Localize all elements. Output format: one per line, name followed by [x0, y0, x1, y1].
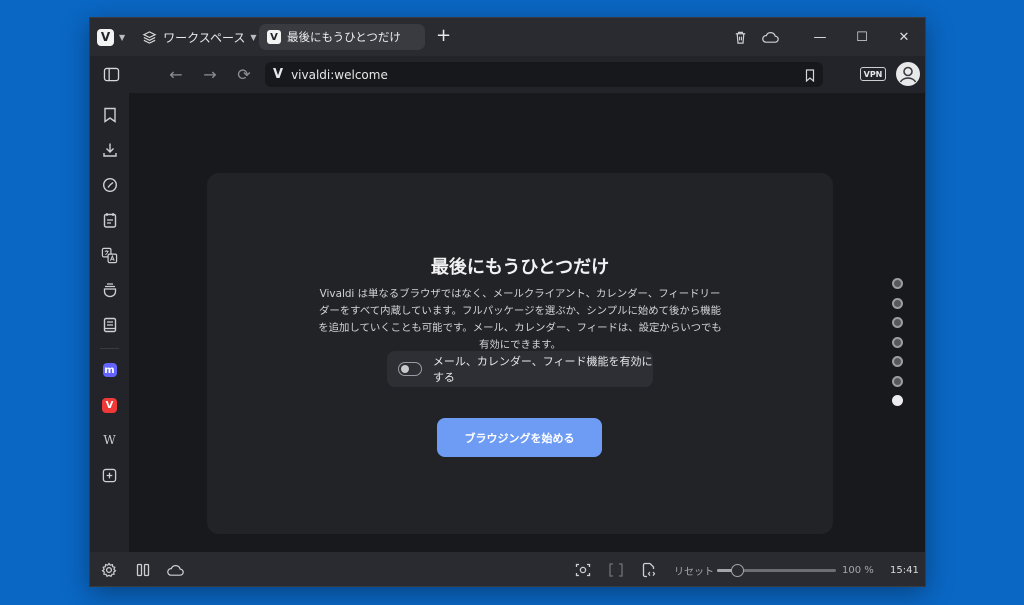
zoom-slider-thumb[interactable]: [730, 564, 744, 577]
panel-reading-list[interactable]: [90, 278, 129, 302]
chevron-down-icon: ▼: [250, 32, 257, 42]
page-actions-button[interactable]: [636, 552, 662, 586]
tile-tabs-button[interactable]: [130, 552, 156, 586]
window-controls: — ☐ ✕: [725, 18, 925, 56]
onboarding-step-indicator: [892, 278, 904, 415]
browser-window: V ▼ ワークスペース ▼ V 最後にもうひとつだけ + — ☐ ✕ ← → ⟳…: [89, 17, 926, 587]
panel-bookmarks[interactable]: [90, 103, 129, 127]
side-panel: m V W: [90, 93, 129, 552]
reload-icon: ⟳: [237, 65, 251, 84]
step-dot[interactable]: [892, 278, 903, 289]
page-content: 最後にもうひとつだけ Vivaldi は単なるブラウザではなく、メールクライアン…: [129, 93, 925, 552]
vpn-button[interactable]: VPN: [860, 67, 886, 81]
history-icon: [102, 177, 117, 193]
vivaldi-icon: V: [102, 397, 117, 413]
zoom-slider[interactable]: [717, 564, 836, 577]
new-tab-button[interactable]: +: [436, 26, 451, 46]
site-identity-icon: V: [273, 67, 284, 82]
user-icon: [897, 63, 919, 85]
reload-button[interactable]: ⟳: [230, 56, 258, 93]
minimize-button[interactable]: —: [799, 18, 841, 56]
closed-tabs-button[interactable]: [725, 18, 755, 56]
mastodon-icon: m: [102, 363, 117, 377]
reader-icon: [103, 317, 116, 333]
downloads-icon: [102, 143, 117, 157]
step-dot[interactable]: [892, 336, 903, 348]
zoom-level: 100 %: [842, 564, 874, 576]
capture-button[interactable]: [570, 552, 596, 586]
maximize-button[interactable]: ☐: [841, 18, 883, 56]
panel-mastodon[interactable]: m: [90, 358, 129, 382]
step-dot[interactable]: [892, 317, 903, 328]
step-dot[interactable]: [892, 375, 903, 387]
step-dot[interactable]: [892, 297, 903, 309]
arrow-left-icon: ←: [169, 65, 183, 84]
panel-toggle-button[interactable]: [97, 56, 125, 93]
panel-vivaldi[interactable]: V: [90, 393, 129, 417]
reading-list-icon: [103, 283, 116, 298]
vivaldi-logo-icon: V: [97, 28, 114, 46]
arrow-right-icon: →: [203, 65, 217, 84]
camera-icon: [575, 563, 591, 577]
panel-wikipedia[interactable]: W: [90, 428, 129, 452]
tab-title: 最後にもうひとつだけ: [287, 30, 401, 44]
welcome-card: 最後にもうひとつだけ Vivaldi は単なるブラウザではなく、メールクライアン…: [207, 173, 833, 534]
brackets-icon: [609, 563, 623, 577]
gear-icon: [101, 562, 117, 578]
bookmark-page-button[interactable]: [805, 67, 815, 86]
panel-downloads[interactable]: [90, 138, 129, 162]
panel-history[interactable]: [90, 173, 129, 197]
zoom-reset-button[interactable]: リセット: [674, 552, 714, 586]
workspace-button[interactable]: ワークスペース ▼: [142, 18, 257, 56]
page-tiling-button[interactable]: [603, 552, 629, 586]
toggle-switch[interactable]: [398, 362, 422, 376]
add-panel-icon: [102, 468, 117, 482]
start-browsing-button[interactable]: ブラウジングを始める: [437, 418, 602, 457]
vivaldi-menu-button[interactable]: V ▼: [97, 18, 125, 56]
tab-favicon-icon: V: [267, 30, 281, 44]
workspace-label: ワークスペース: [163, 30, 246, 45]
mail-calendar-feed-toggle[interactable]: メール、カレンダー、フィード機能を有効にする: [387, 351, 653, 387]
page-description: Vivaldi は単なるブラウザではなく、メールクライアント、カレンダー、フィー…: [318, 288, 722, 351]
tile-icon: [136, 563, 150, 577]
chevron-down-icon: ▼: [119, 32, 126, 42]
profile-avatar[interactable]: [896, 62, 920, 86]
cloud-icon: [166, 564, 184, 576]
cloud-icon: [761, 31, 779, 43]
page-title: 最後にもうひとつだけ: [430, 257, 610, 278]
toggle-knob: [401, 364, 409, 373]
trash-icon: [735, 31, 745, 44]
wikipedia-icon: W: [103, 433, 116, 447]
add-panel-button[interactable]: [90, 463, 129, 487]
close-button[interactable]: ✕: [883, 18, 925, 56]
back-button[interactable]: ←: [162, 56, 190, 93]
tab-bar: V ▼ ワークスペース ▼ V 最後にもうひとつだけ + — ☐ ✕: [90, 18, 925, 56]
toggle-label: メール、カレンダー、フィード機能を有効にする: [432, 355, 653, 384]
panel-toggle-icon: [103, 67, 119, 82]
bookmarks-icon: [103, 107, 116, 123]
bookmark-icon: [805, 69, 815, 83]
clock: 15:41: [890, 564, 919, 576]
tab-welcome[interactable]: V 最後にもうひとつだけ: [259, 24, 425, 50]
code-page-icon: [642, 562, 656, 578]
url-field[interactable]: V vivaldi:welcome: [265, 62, 823, 87]
panel-translate[interactable]: [90, 243, 129, 267]
sync-status-button[interactable]: [162, 552, 188, 586]
panel-notes[interactable]: [90, 208, 129, 232]
settings-button[interactable]: [96, 552, 122, 586]
workspaces-icon: [142, 30, 157, 44]
panel-reader[interactable]: [90, 313, 129, 337]
side-panel-separator: [100, 348, 119, 349]
url-text: vivaldi:welcome: [291, 67, 388, 82]
status-bar: リセット 100 % 15:41: [90, 552, 925, 586]
step-dot[interactable]: [892, 356, 903, 367]
forward-button[interactable]: →: [196, 56, 224, 93]
sync-button[interactable]: [755, 18, 785, 56]
step-dot[interactable]: [892, 395, 903, 406]
translate-icon: [101, 247, 118, 263]
address-bar: ← → ⟳ V vivaldi:welcome VPN: [90, 56, 925, 93]
notes-icon: [103, 213, 116, 228]
